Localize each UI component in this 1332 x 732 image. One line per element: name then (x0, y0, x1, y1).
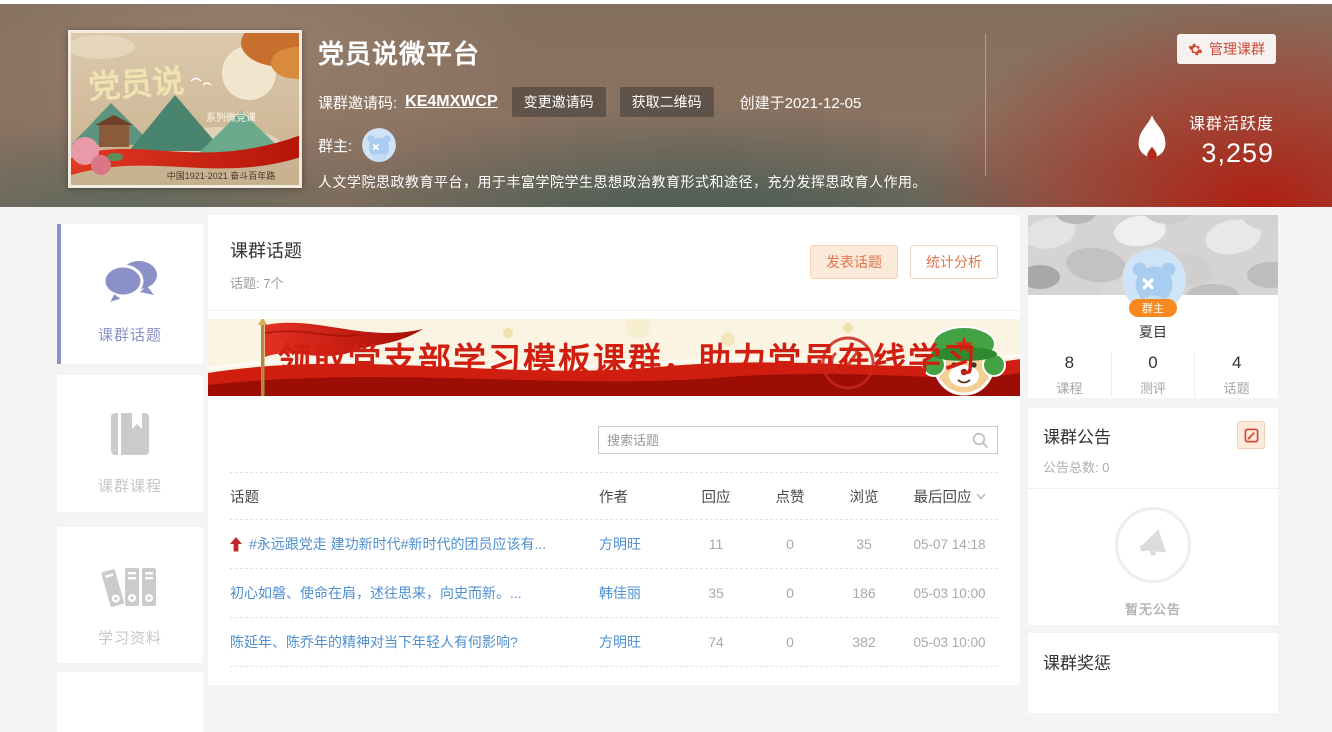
created-date: 创建于2021-12-05 (740, 92, 862, 113)
manage-group-button[interactable]: 管理课群 (1177, 34, 1276, 64)
header-divider (985, 34, 986, 176)
course-description: 人文学院思政教育平台，用于丰富学院学生思想政治教育形式和途径，充分发挥思政育人作… (318, 172, 927, 192)
statistics-button[interactable]: 统计分析 (910, 245, 998, 279)
empty-announcement-circle (1115, 507, 1191, 583)
last-reply-time: 05-03 10:00 (901, 635, 998, 650)
owner-avatar[interactable] (362, 128, 396, 162)
sidebar-item-topics[interactable]: 课群话题 (57, 224, 203, 364)
rewards-title: 课群奖惩 (1028, 633, 1278, 690)
activity-value: 3,259 (1201, 138, 1274, 169)
change-invite-code-button[interactable]: 变更邀请码 (512, 87, 606, 117)
page-title: 党员说微平台 (318, 34, 927, 71)
announcements-total: 公告总数: 0 (1043, 457, 1263, 476)
edit-announcement-button[interactable] (1237, 421, 1265, 449)
likes-count: 0 (753, 536, 827, 552)
stat-topics: 4 话题 (1194, 353, 1278, 397)
sidebar-item-materials[interactable]: 学习资料 (57, 527, 203, 663)
rewards-card: 课群奖惩 (1028, 633, 1278, 713)
book-icon (101, 409, 159, 461)
views-count: 186 (827, 585, 901, 601)
cover-subtitle-text: 系列微党课 (206, 111, 256, 124)
search-icon[interactable] (972, 432, 989, 449)
owner-name: 夏目 (1028, 322, 1278, 342)
course-cover-image: 党员说 系列微党课 中国1921·2021 奋斗百年路 (68, 30, 302, 188)
bear-avatar-icon (362, 128, 396, 162)
replies-count: 74 (679, 634, 753, 650)
stat-assessments: 0 测评 (1111, 353, 1195, 397)
announcements-title: 课群公告 (1043, 423, 1263, 448)
topic-link[interactable]: 初心如磐、使命在肩，述往思来，向史而新。... (230, 583, 522, 603)
col-topic: 话题 (230, 486, 599, 507)
manage-group-label: 管理课群 (1209, 39, 1265, 59)
topics-panel: 课群话题 话题: 7个 发表话题 统计分析 (208, 215, 1020, 685)
gear-icon (1188, 42, 1203, 57)
search-box (598, 426, 998, 454)
cover-footer-text: 中国1921·2021 奋斗百年路 (167, 170, 276, 181)
col-last-reply-sort[interactable]: 最后回应 (901, 486, 998, 507)
edit-pencil-icon (1244, 428, 1259, 443)
replies-count: 11 (679, 536, 753, 552)
activity-block: 课群活跃度 3,259 (1129, 110, 1274, 169)
empty-announcement-text: 暂无公告 (1125, 599, 1181, 618)
invite-code-link[interactable]: KE4MXWCP (405, 93, 497, 111)
col-replies: 回应 (679, 486, 753, 507)
banner-text: 领取党支部学习模板课群，助力党员在线学习 (278, 341, 978, 378)
views-count: 382 (827, 634, 901, 650)
views-count: 35 (827, 536, 901, 552)
col-author: 作者 (599, 486, 679, 507)
announcements-card: 课群公告 公告总数: 0 暂无公告 (1028, 408, 1278, 625)
replies-count: 35 (679, 585, 753, 601)
stat-courses: 8 课程 (1028, 353, 1111, 397)
section-title: 课群话题 (230, 237, 302, 263)
table-row: 初心如磐、使命在肩，述往思来，向史而新。... 韩佳丽 35 0 186 05-… (230, 569, 998, 618)
likes-count: 0 (753, 634, 827, 650)
topics-table: 话题 作者 回应 点赞 浏览 最后回应 #永远跟党走 建功新时代#新时代的团员应… (230, 472, 998, 667)
activity-label: 课群活跃度 (1189, 110, 1274, 134)
flame-icon (1129, 113, 1175, 167)
sidebar-item-next[interactable] (57, 672, 203, 732)
chat-bubbles-icon (101, 258, 159, 310)
table-row: 陈延年、陈乔年的精神对当下年轻人有何影响? 方明旺 74 0 382 05-03… (230, 618, 998, 667)
publish-topic-button[interactable]: 发表话题 (810, 245, 898, 279)
owner-role-badge: 群主 (1129, 299, 1177, 317)
search-input[interactable] (599, 433, 972, 448)
binders-icon (101, 561, 159, 613)
topic-link[interactable]: #永远跟党走 建功新时代#新时代的团员应该有... (249, 534, 546, 554)
topic-count: 话题: 7个 (230, 273, 302, 292)
course-group-header: 党员说 系列微党课 中国1921·2021 奋斗百年路 党员说微平台 课群邀请码… (0, 4, 1332, 207)
section-divider (208, 310, 1020, 311)
last-reply-time: 05-03 10:00 (901, 586, 998, 601)
sidebar-item-courses[interactable]: 课群课程 (57, 375, 203, 512)
topic-link[interactable]: 陈延年、陈乔年的精神对当下年轻人有何影响? (230, 632, 518, 652)
chevron-down-icon (976, 493, 986, 500)
table-row: #永远跟党走 建功新时代#新时代的团员应该有... 方明旺 11 0 35 05… (230, 520, 998, 569)
table-header-row: 话题 作者 回应 点赞 浏览 最后回应 (230, 472, 998, 520)
author-link[interactable]: 方明旺 (599, 536, 641, 552)
get-qrcode-button[interactable]: 获取二维码 (620, 87, 714, 117)
last-reply-time: 05-07 14:18 (901, 537, 998, 552)
author-link[interactable]: 方明旺 (599, 634, 641, 650)
col-likes: 点赞 (753, 486, 827, 507)
author-link[interactable]: 韩佳丽 (599, 585, 641, 601)
invite-code-label: 课群邀请码: (318, 92, 397, 113)
cover-artwork: 党员说 系列微党课 中国1921·2021 奋斗百年路 (71, 33, 299, 185)
sidebar-item-label: 课群话题 (57, 324, 203, 345)
sidebar-item-label: 学习资料 (57, 627, 203, 648)
owner-profile-card: 群主 夏目 8 课程 0 测评 4 话题 (1028, 215, 1278, 398)
sidebar-item-label: 课群课程 (57, 475, 203, 496)
pinned-up-arrow-icon (230, 537, 242, 552)
likes-count: 0 (753, 585, 827, 601)
owner-label: 群主: (318, 135, 352, 156)
megaphone-icon (1133, 525, 1173, 565)
promo-banner[interactable]: 领取党支部学习模板课群，助力党员在线学习 (208, 319, 1020, 396)
cover-title-text: 党员说 (87, 63, 185, 106)
col-views: 浏览 (827, 486, 901, 507)
